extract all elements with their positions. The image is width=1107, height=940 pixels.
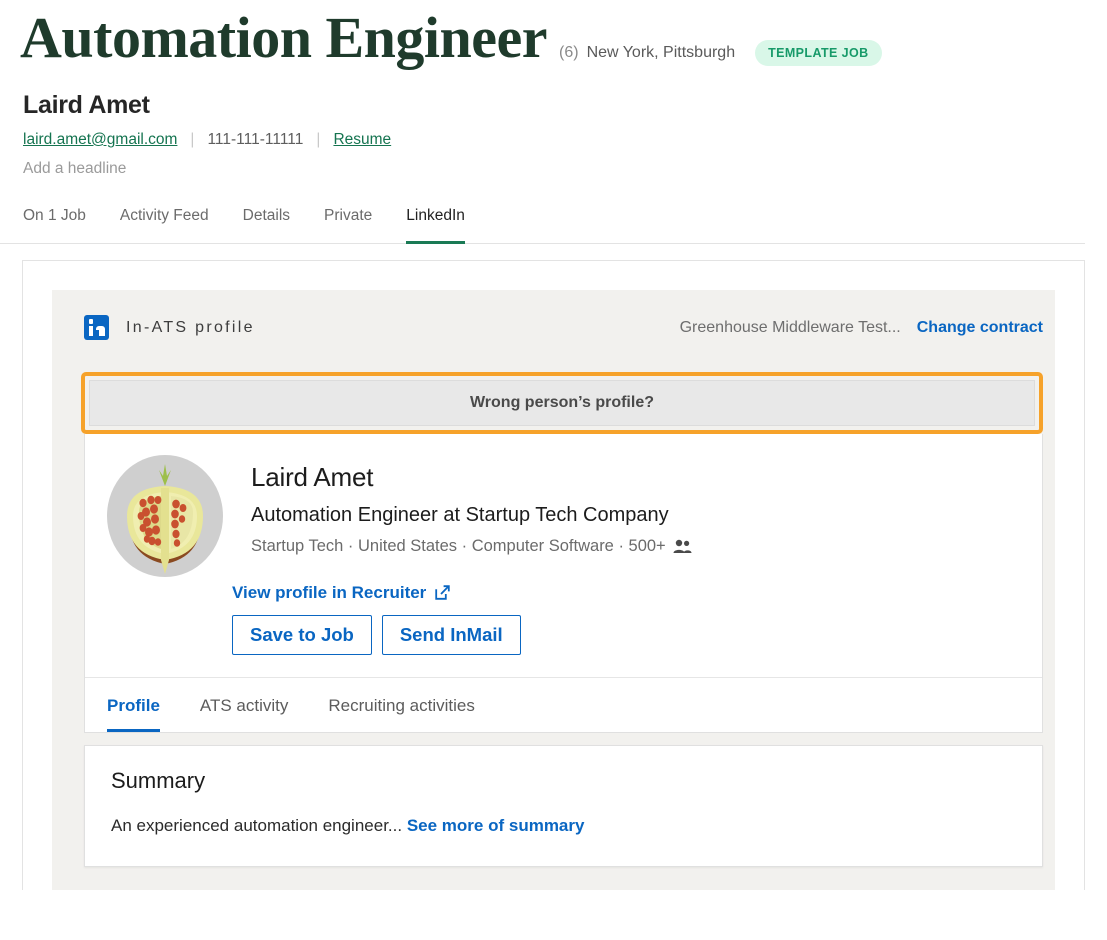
tab-activity-feed[interactable]: Activity Feed bbox=[120, 207, 209, 244]
profile-headline: Automation Engineer at Startup Tech Comp… bbox=[251, 503, 669, 526]
in-ats-profile-title: In-ATS profile bbox=[126, 318, 255, 336]
summary-title: Summary bbox=[111, 768, 206, 794]
profile-actions: View profile in Recruiter Save to Job Se… bbox=[85, 579, 1042, 677]
view-profile-in-recruiter-label: View profile in Recruiter bbox=[232, 582, 427, 602]
resume-link[interactable]: Resume bbox=[333, 131, 391, 149]
linkedin-icon bbox=[84, 315, 109, 341]
tab-on-1-job[interactable]: On 1 Job bbox=[23, 207, 86, 244]
contact-divider: | bbox=[316, 130, 321, 148]
add-headline-field[interactable]: Add a headline bbox=[23, 160, 1107, 178]
orange-highlight-outline: Wrong person’s profile? bbox=[81, 371, 1043, 434]
profile-main-row: Laird Amet Automation Engineer at Startu… bbox=[85, 434, 1042, 579]
save-to-job-button[interactable]: Save to Job bbox=[232, 614, 372, 656]
profile-name: Laird Amet bbox=[251, 461, 374, 492]
profile-meta: Startup Tech · United States · Computer … bbox=[251, 537, 692, 556]
page-title: Automation Engineer bbox=[20, 5, 548, 70]
job-header: Automation Engineer (6) New York, Pittsb… bbox=[0, 0, 1107, 69]
profile-button-row: Save to Job Send InMail bbox=[232, 614, 1042, 656]
contract-name: Greenhouse Middleware Test... bbox=[679, 318, 901, 336]
profile-meta-text: Startup Tech · United States · Computer … bbox=[251, 536, 666, 555]
change-contract-link[interactable]: Change contract bbox=[917, 319, 1043, 337]
status-badge: TEMPLATE JOB bbox=[755, 40, 882, 66]
in-ats-panel: In-ATS profile Greenhouse Middleware Tes… bbox=[52, 289, 1055, 890]
job-locations: New York, Pittsburgh bbox=[586, 44, 736, 61]
tab-linkedin[interactable]: LinkedIn bbox=[406, 207, 465, 244]
send-inmail-button[interactable]: Send InMail bbox=[381, 614, 521, 656]
contract-controls: Greenhouse Middleware Test... Change con… bbox=[680, 319, 1043, 337]
candidate-summary: Laird Amet laird.amet@gmail.com | 111-11… bbox=[0, 69, 1107, 178]
job-count: (6) bbox=[559, 44, 579, 61]
linkedin-profile-card: Laird Amet Automation Engineer at Startu… bbox=[84, 433, 1043, 734]
candidate-phone: 111-111-11111 bbox=[207, 130, 304, 148]
external-link-icon bbox=[435, 585, 450, 601]
summary-text: An experienced automation engineer... bbox=[111, 816, 403, 836]
candidate-email-link[interactable]: laird.amet@gmail.com bbox=[23, 131, 177, 149]
candidate-name: Laird Amet bbox=[23, 90, 150, 119]
avatar bbox=[105, 454, 225, 579]
connections-icon bbox=[673, 539, 692, 554]
candidate-tabs: On 1 Job Activity Feed Details Private L… bbox=[0, 206, 1085, 244]
view-profile-in-recruiter-link[interactable]: View profile in Recruiter bbox=[232, 583, 450, 603]
candidate-contact-row: laird.amet@gmail.com | 111-111-11111 | R… bbox=[23, 131, 1107, 149]
see-more-of-summary-link[interactable]: See more of summary bbox=[407, 816, 585, 835]
summary-card: Summary An experienced automation engine… bbox=[84, 745, 1043, 868]
profile-text-block: Laird Amet Automation Engineer at Startu… bbox=[251, 452, 692, 579]
summary-body: An experienced automation engineer... Se… bbox=[111, 816, 1016, 836]
tab-private[interactable]: Private bbox=[324, 207, 372, 244]
tab-ats-activity[interactable]: ATS activity bbox=[200, 696, 288, 732]
linkedin-integration-card: In-ATS profile Greenhouse Middleware Tes… bbox=[22, 259, 1085, 890]
wrong-person-highlight-wrap: Wrong person’s profile? bbox=[52, 371, 1055, 434]
linkedin-profile-tabs: Profile ATS activity Recruiting activiti… bbox=[85, 677, 1042, 733]
tab-profile[interactable]: Profile bbox=[107, 696, 160, 733]
contact-divider: | bbox=[190, 130, 195, 148]
wrong-person-banner[interactable]: Wrong person’s profile? bbox=[89, 379, 1035, 426]
in-ats-header: In-ATS profile Greenhouse Middleware Tes… bbox=[52, 308, 1055, 348]
tab-recruiting-activities[interactable]: Recruiting activities bbox=[328, 696, 474, 732]
tab-details[interactable]: Details bbox=[243, 207, 290, 244]
